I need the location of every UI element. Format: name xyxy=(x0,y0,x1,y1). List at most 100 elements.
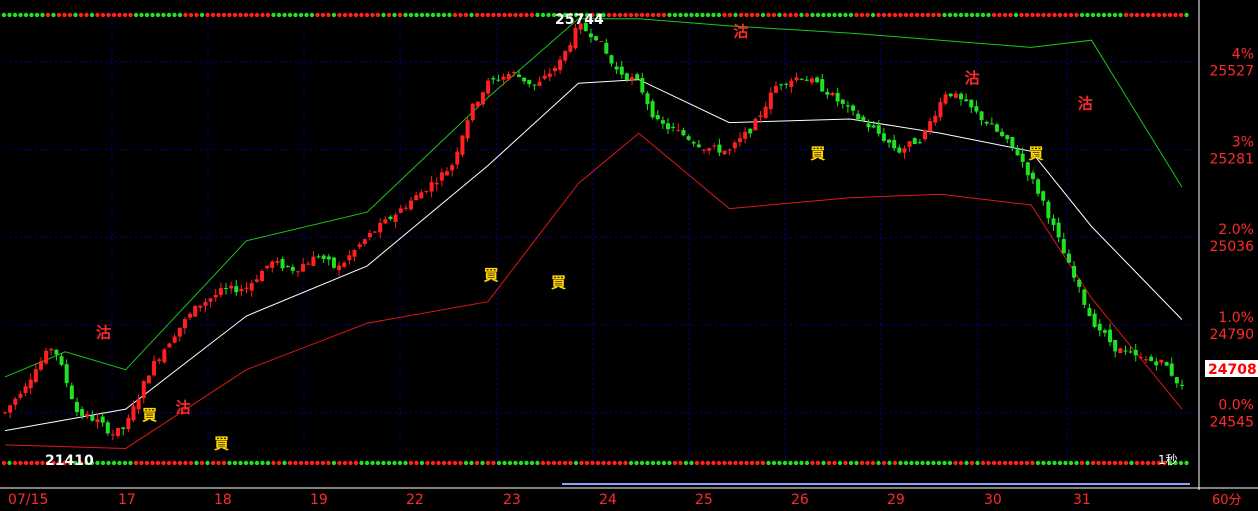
status-dot xyxy=(227,460,232,466)
signal-label: 買 xyxy=(214,435,229,453)
candle-body xyxy=(1051,218,1056,225)
status-dot xyxy=(95,460,100,466)
status-dot xyxy=(194,460,199,466)
status-dot xyxy=(645,460,650,466)
status-dot xyxy=(848,460,854,466)
interval-label: 60分 xyxy=(1212,493,1242,508)
status-dot xyxy=(210,460,216,466)
candle-body xyxy=(465,120,470,139)
status-dot xyxy=(359,12,364,18)
status-dot xyxy=(326,12,331,18)
status-dot xyxy=(645,12,650,18)
status-dot xyxy=(122,12,128,18)
candle-body xyxy=(984,121,989,124)
status-dot xyxy=(1112,12,1118,18)
status-dot xyxy=(667,460,672,466)
candle-body xyxy=(830,92,835,96)
candle-body xyxy=(537,81,542,86)
status-dot xyxy=(909,460,914,466)
candle-body xyxy=(969,99,974,108)
status-dot xyxy=(513,12,518,18)
status-dot xyxy=(216,12,221,18)
status-dot xyxy=(403,12,408,18)
status-dot xyxy=(18,12,23,18)
status-dot xyxy=(694,12,700,18)
candle-body xyxy=(290,266,295,271)
status-dot xyxy=(106,460,111,466)
status-dot xyxy=(804,460,810,466)
status-dot xyxy=(1134,12,1140,18)
status-dot xyxy=(1019,460,1024,466)
candle-body xyxy=(491,78,496,80)
candle-body xyxy=(1066,253,1071,263)
status-dot xyxy=(34,460,40,466)
status-dot xyxy=(23,12,29,18)
status-dot xyxy=(595,460,601,466)
status-dot xyxy=(1145,12,1151,18)
status-dot xyxy=(161,460,166,466)
status-dot xyxy=(232,12,238,18)
status-dot xyxy=(447,460,452,466)
candle-body xyxy=(1010,137,1015,148)
status-dot xyxy=(133,460,139,466)
status-dot xyxy=(315,12,320,18)
candle-body xyxy=(748,128,753,134)
status-dot xyxy=(843,12,848,18)
status-dot xyxy=(238,12,243,18)
status-dot xyxy=(73,12,78,18)
status-dot xyxy=(463,12,469,18)
status-dot xyxy=(639,12,645,18)
price-chart: 沽買 沽買買 買沽買沽買沽 07/15 17 18 19 22 23 24 25 26 29 30 314… xyxy=(0,0,1258,511)
candle-body xyxy=(573,27,578,49)
status-dot xyxy=(865,12,870,18)
candle-body xyxy=(69,385,74,400)
candle-body xyxy=(737,138,742,143)
status-dot xyxy=(678,460,683,466)
status-dot xyxy=(892,12,898,18)
status-dot xyxy=(969,12,975,18)
candle-body xyxy=(1030,172,1035,180)
status-dot xyxy=(458,460,463,466)
status-dot xyxy=(716,460,722,466)
status-dot xyxy=(579,460,584,466)
candle-body xyxy=(388,216,393,220)
status-dot xyxy=(716,12,722,18)
status-dot xyxy=(414,12,419,18)
corner-label: 1秒 xyxy=(1158,453,1178,467)
status-dot xyxy=(738,12,744,18)
status-dot xyxy=(458,12,463,18)
status-dot xyxy=(100,12,106,18)
status-dot xyxy=(502,12,507,18)
status-dot xyxy=(243,12,249,18)
candle-body xyxy=(825,92,830,95)
candle-body xyxy=(691,142,696,144)
status-dot xyxy=(491,12,496,18)
status-dot xyxy=(469,460,474,466)
x-tick-label: 29 xyxy=(887,492,905,508)
high-marker-label: 25744 xyxy=(555,12,604,28)
y-percent-label: 1.0% xyxy=(1218,310,1254,326)
status-dot xyxy=(254,460,260,466)
status-dot xyxy=(166,12,172,18)
status-dot xyxy=(821,12,826,18)
status-dot xyxy=(331,12,337,18)
status-dot xyxy=(997,12,1002,18)
candle-body xyxy=(753,118,758,131)
status-dot xyxy=(386,460,392,466)
candle-body xyxy=(224,288,229,290)
status-dot xyxy=(298,12,304,18)
candle-body xyxy=(1041,191,1046,201)
status-dot xyxy=(1167,12,1173,18)
status-dot xyxy=(199,460,205,466)
candle-body xyxy=(64,364,69,384)
status-dot xyxy=(975,12,980,18)
candle-body xyxy=(208,298,213,302)
status-dot xyxy=(1019,12,1024,18)
status-dot xyxy=(859,12,865,18)
status-dot xyxy=(832,460,837,466)
status-dot xyxy=(617,12,623,18)
candle-body xyxy=(270,261,275,268)
candle-body xyxy=(1005,135,1010,140)
candle-body xyxy=(182,319,187,329)
candle-body xyxy=(1174,377,1179,384)
